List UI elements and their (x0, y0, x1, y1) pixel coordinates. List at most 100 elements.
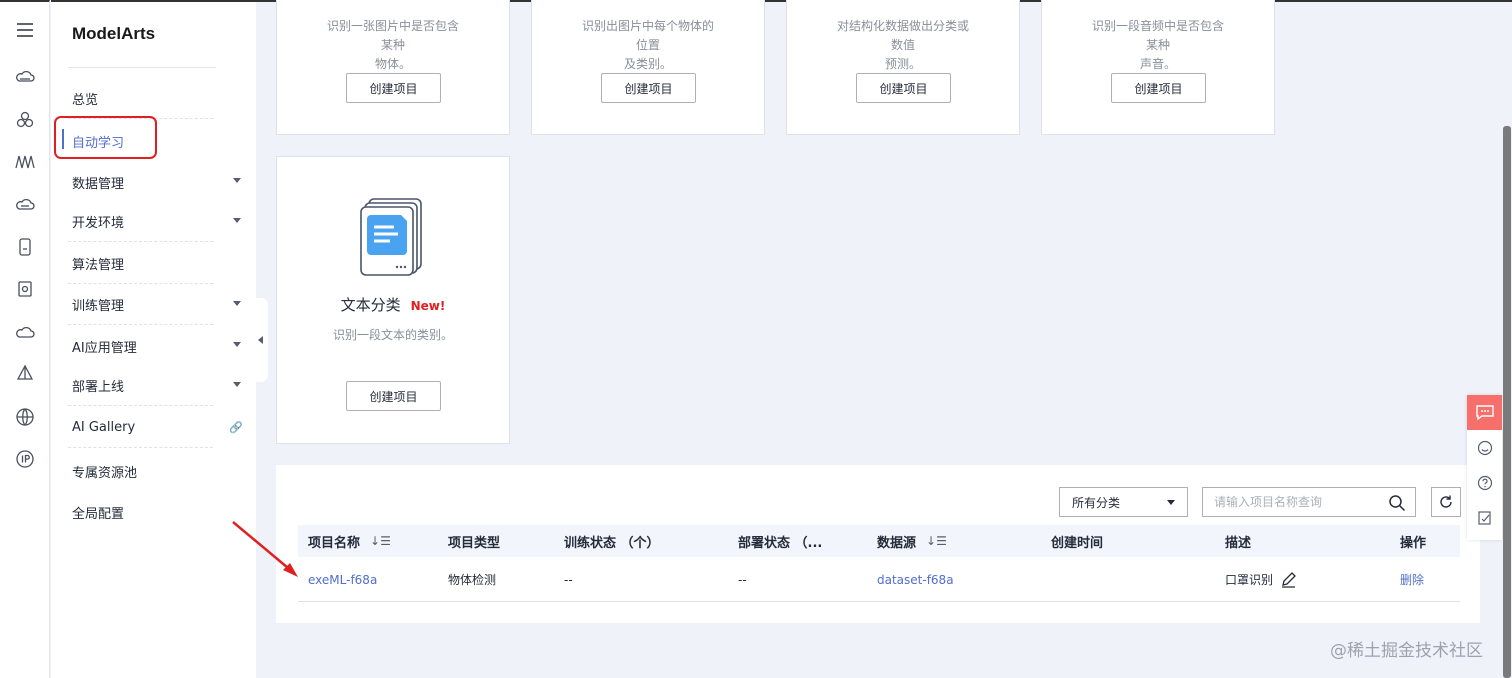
column-header[interactable]: 数据源 ↓☰ (877, 525, 947, 557)
table-row: exeML-f68a 物体检测 -- -- dataset-f68a 口罩识别 … (298, 557, 1460, 602)
project-list-panel: 所有分类 项目名称 ↓☰ 项目类型 训练状态 （个） 部署状态 （... 数据源 ↓… (276, 465, 1480, 623)
sidebar-item-ai-apps[interactable]: AI应用管理 (68, 326, 241, 366)
datasource-link[interactable]: dataset-f68a (877, 557, 954, 602)
column-header-label: 创建时间 (1051, 535, 1104, 551)
create-project-button[interactable]: 创建项目 (856, 73, 951, 103)
card-desc-line2: 物体。 (374, 57, 411, 71)
chevron-down-icon (1167, 500, 1175, 505)
create-project-button[interactable]: 创建项目 (346, 381, 441, 411)
column-header: 创建时间 (1051, 525, 1103, 557)
service-rail (0, 0, 50, 678)
description-text: 口罩识别 (1225, 573, 1274, 587)
sidebar-item-label: AI应用管理 (72, 340, 137, 356)
project-name-link[interactable]: exeML-f68a (308, 557, 377, 602)
sidebar-item-data-management[interactable]: 数据管理 (68, 162, 241, 202)
card-sound-classification: 识别一段音频中是否包含某种 声音。 创建项目 (1041, 0, 1275, 135)
category-select[interactable]: 所有分类 (1059, 487, 1188, 517)
search-input[interactable] (1203, 488, 1373, 516)
sidebar-item-label: 部署上线 (72, 380, 125, 395)
chevron-down-icon (233, 178, 241, 183)
card-desc-line2: 及类别。 (623, 57, 672, 71)
column-header[interactable]: 项目名称 ↓☰ (308, 525, 391, 557)
refresh-icon (1440, 495, 1452, 508)
app-title: ModelArts (72, 24, 156, 43)
highlight-annotation (54, 116, 157, 159)
sidebar-item-algorithms[interactable]: 算法管理 (68, 244, 213, 284)
sidebar-item-label: AI Gallery (72, 420, 136, 435)
sidebar-item-overview[interactable]: 总览 (68, 79, 213, 119)
column-header: 训练状态 （个） (564, 525, 660, 557)
sidebar-item-global-config[interactable]: 全局配置 (68, 492, 213, 532)
feedback-button[interactable] (1467, 430, 1502, 465)
card-desc-line2: 预测。 (884, 57, 921, 71)
column-header-label: 项目类型 (448, 535, 501, 551)
sidebar-item-label: 算法管理 (72, 258, 125, 273)
sidebar-item-dev-env[interactable]: 开发环境 (68, 202, 241, 242)
card-predictive-analysis: 对结构化数据做出分类或数值 预测。 创建项目 (786, 0, 1020, 135)
refresh-button[interactable] (1431, 487, 1461, 517)
globe-icon[interactable] (13, 405, 37, 429)
search-icon[interactable] (1388, 494, 1406, 512)
chevron-down-icon (233, 301, 241, 306)
deploy-status: -- (738, 572, 747, 587)
sidebar-collapse-toggle[interactable] (255, 298, 268, 382)
sidebar-item-training[interactable]: 训练管理 (68, 285, 241, 325)
floating-help-toolbar (1467, 395, 1502, 540)
sidebar-item-deploy[interactable]: 部署上线 (68, 366, 241, 406)
sidebar-item-label: 全局配置 (72, 506, 125, 522)
column-header-label: 部署状态 （... (738, 535, 823, 551)
survey-button[interactable] (1467, 500, 1502, 535)
edit-icon[interactable] (1280, 571, 1297, 588)
category-select-value: 所有分类 (1072, 495, 1121, 510)
sidebar-item-label: 开发环境 (72, 216, 125, 231)
sidebar-item-label: 总览 (72, 93, 99, 108)
card-object-detection: 识别出图片中每个物体的位置及类别。 创建项目 (531, 0, 765, 135)
create-project-button[interactable]: 创建项目 (601, 73, 696, 103)
help-button[interactable] (1467, 465, 1502, 500)
create-project-button[interactable]: 创建项目 (346, 73, 441, 103)
column-header-label: 训练状态 （个） (564, 535, 660, 551)
sidebar-item-label: 训练管理 (72, 299, 125, 314)
column-header: 项目类型 (448, 525, 500, 557)
external-link-icon: 🔗 (229, 421, 243, 434)
chat-icon (1475, 404, 1494, 420)
pyramid-icon[interactable] (13, 362, 37, 386)
scrollbar[interactable] (1503, 126, 1511, 678)
chevron-down-icon (233, 218, 241, 223)
waveform-icon[interactable] (13, 150, 37, 174)
sidebar-item-resource-pool[interactable]: 专属资源池 (68, 451, 213, 491)
annotation-arrow (232, 521, 298, 577)
create-project-button[interactable]: 创建项目 (1111, 73, 1206, 103)
sort-icon[interactable]: ↓☰ (370, 534, 391, 548)
column-header-label: 操作 (1400, 535, 1427, 551)
sidebar-item-ai-gallery[interactable]: AI Gallery 🔗 (68, 408, 243, 448)
delete-button[interactable]: 删除 (1400, 557, 1424, 602)
column-header-label: 描述 (1225, 535, 1252, 551)
card-title: 文本分类 (340, 296, 401, 314)
question-icon (1477, 475, 1492, 490)
cluster-icon[interactable] (13, 108, 37, 132)
cloud-storage-icon[interactable] (13, 193, 37, 217)
description-cell: 口罩识别 (1225, 557, 1297, 602)
card-desc-line1: 识别一段音频中是否包含某种 (1092, 19, 1225, 52)
device-icon[interactable] (13, 235, 37, 259)
title-divider (68, 67, 216, 68)
sidebar-item-label: 专属资源池 (72, 465, 138, 481)
ip-icon[interactable] (13, 447, 37, 471)
menu-icon[interactable] (13, 18, 37, 42)
card-image-classification: 识别一张图片中是否包含某种物体。 创建项目 (276, 0, 510, 135)
smile-icon (1477, 440, 1492, 455)
cloud-icon[interactable] (13, 320, 37, 344)
chat-button[interactable] (1467, 395, 1502, 430)
card-desc-line1: 识别出图片中每个物体的位置 (582, 19, 715, 52)
cloud-server-icon[interactable] (13, 65, 37, 89)
sidebar: ModelArts 总览 自动学习 数据管理 开发环境 算法管理 训练管理 AI… (51, 0, 256, 678)
document-icon[interactable] (13, 277, 37, 301)
training-status: -- (564, 572, 573, 587)
column-header: 描述 (1225, 525, 1251, 557)
card-desc-line1: 识别一张图片中是否包含某种 (327, 19, 460, 52)
sort-icon[interactable]: ↓☰ (926, 534, 947, 548)
card-text-classification: 文本分类 New! 识别一段文本的类别。 创建项目 (276, 156, 510, 444)
edit-note-icon (1477, 510, 1491, 525)
column-header: 部署状态 （... (738, 525, 822, 557)
